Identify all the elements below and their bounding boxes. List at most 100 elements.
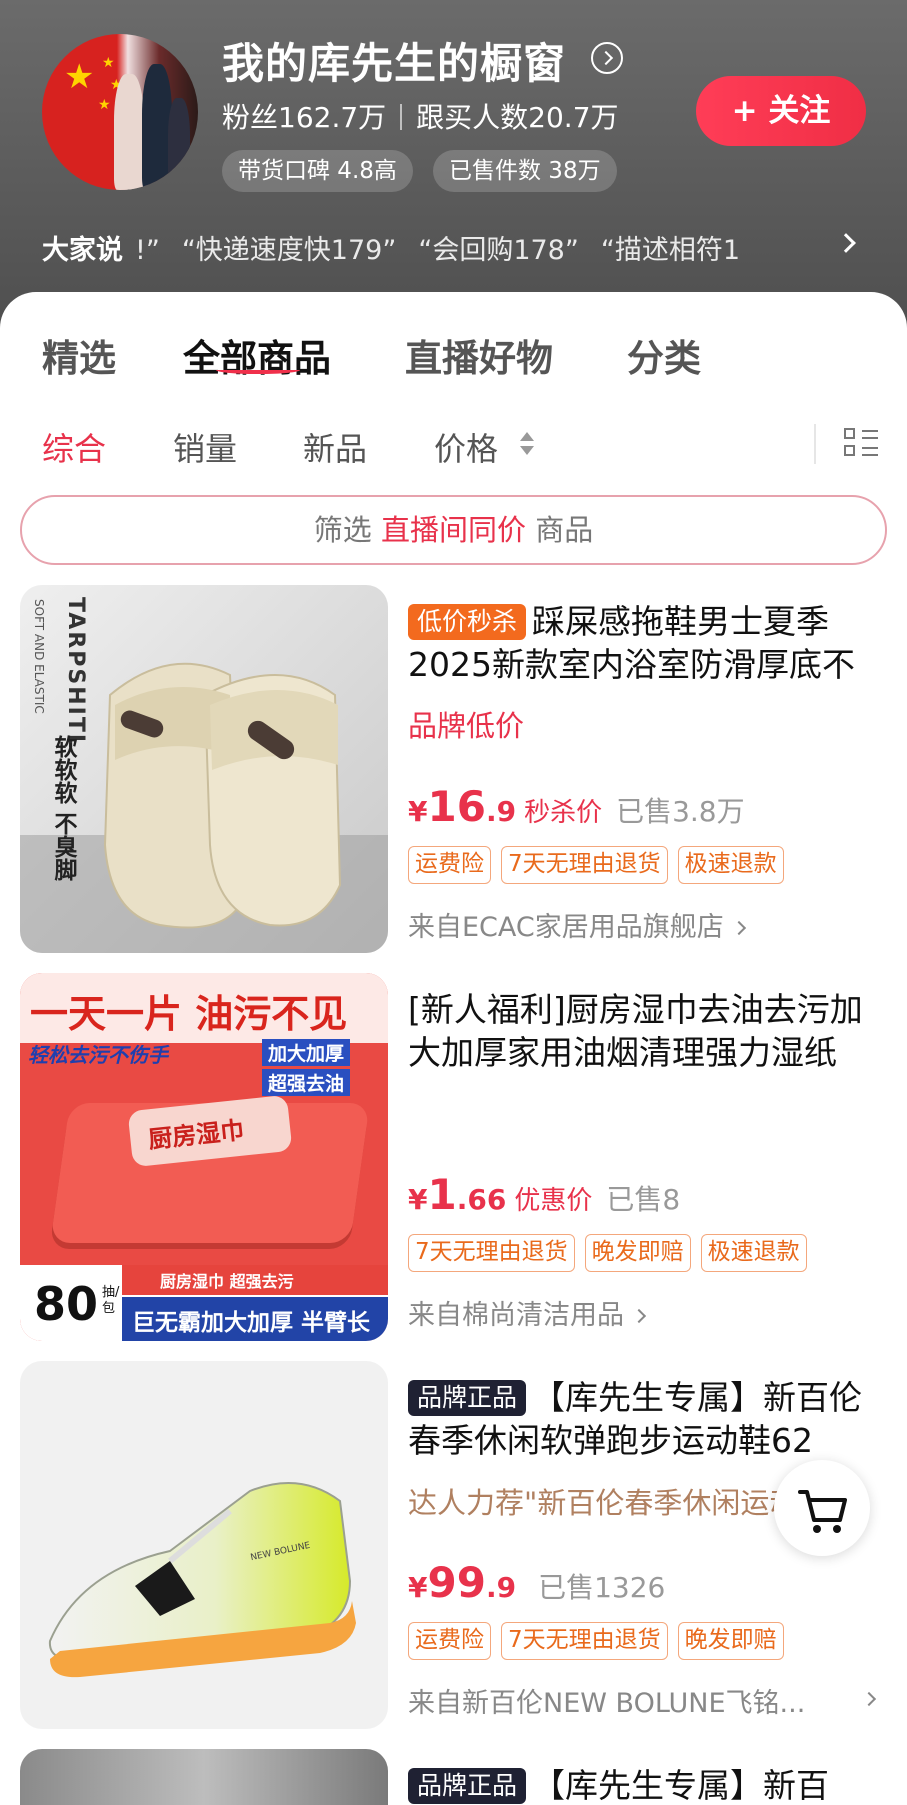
image-badge: 超强去油 bbox=[262, 1069, 351, 1096]
store-name: 来自棉尚清洁用品 bbox=[408, 1300, 624, 1331]
sort-divider bbox=[814, 424, 816, 464]
sneaker-image bbox=[48, 1482, 356, 1678]
review-tag: !” bbox=[135, 235, 160, 266]
image-badge: 加大加厚 bbox=[262, 1039, 351, 1066]
review-tag: “会回购178” bbox=[418, 235, 579, 266]
sold-count-badge[interactable]: 已售件数 38万 bbox=[433, 150, 617, 192]
service-tag: 运费险 bbox=[408, 1622, 491, 1660]
price-row: ¥16.9 秒杀价 已售3.8万 bbox=[408, 782, 745, 831]
shop-stats: 粉丝162.7万 跟买人数20.7万 bbox=[222, 96, 619, 136]
chevron-right-icon bbox=[731, 920, 746, 936]
service-tag: 极速退款 bbox=[677, 846, 784, 884]
brand-tag: 品牌正品 bbox=[408, 1768, 527, 1804]
stats-divider bbox=[400, 104, 403, 130]
image-count: 80 bbox=[34, 1277, 99, 1331]
store-link[interactable]: 来自新百伦NEW BOLUNE飞铭... bbox=[408, 1681, 805, 1720]
price-integer: 16 bbox=[427, 782, 486, 831]
brand-tag: 品牌正品 bbox=[408, 1380, 527, 1416]
follow-button[interactable]: + 关注 bbox=[696, 76, 866, 146]
store-name: 来自ECAC家居用品旗舰店 bbox=[408, 912, 724, 943]
image-slogan: 软软软 不臭脚 bbox=[50, 735, 76, 882]
image-headline: 一天一片 油污不见 bbox=[30, 992, 348, 1036]
review-tag: “快递速度快179” bbox=[181, 235, 397, 266]
chevron-right-icon bbox=[631, 1308, 647, 1324]
product-image[interactable]: NEW BOLUNE bbox=[20, 1361, 388, 1729]
image-bottom-text: 巨无霸加大加厚 半臂长 bbox=[132, 1310, 371, 1336]
product-title-text: [新人福利]厨房湿巾去油去污加大加厚家用油烟清理强力湿纸 bbox=[408, 990, 863, 1072]
flag-star-icon: ★ bbox=[102, 55, 115, 71]
review-tag: “描述相符1 bbox=[600, 235, 741, 266]
price-integer: 99 bbox=[427, 1558, 486, 1607]
service-tags: 运费险 7天无理由退货 极速退款 bbox=[408, 846, 794, 884]
shop-avatar[interactable]: ★ ★ ★ ★ bbox=[42, 34, 198, 190]
service-tag: 晚发即赔 bbox=[584, 1234, 691, 1272]
chevron-right-icon[interactable] bbox=[861, 1691, 877, 1711]
product-image[interactable]: 一天一片 油污不见 轻松去污不伤手 加大加厚 超强去油 厨房湿巾 厨房湿巾 超强… bbox=[20, 973, 388, 1341]
store-name: 来自新百伦NEW BOLUNE飞铭... bbox=[408, 1688, 806, 1719]
sort-new[interactable]: 新品 bbox=[303, 424, 367, 470]
cart-icon bbox=[798, 1490, 847, 1533]
price-row: ¥99.9 已售1326 bbox=[408, 1558, 665, 1607]
flag-star-icon: ★ bbox=[98, 97, 111, 113]
price-type: 优惠价 bbox=[514, 1186, 593, 1216]
price-type: 秒杀价 bbox=[524, 798, 603, 828]
service-tag: 7天无理由退货 bbox=[408, 1234, 575, 1272]
sort-comprehensive[interactable]: 综合 bbox=[42, 424, 106, 470]
image-brand-subtext: SOFT AND ELASTIC bbox=[32, 599, 46, 714]
product-title[interactable]: 品牌正品 【库先生专属】新百 bbox=[408, 1764, 888, 1805]
product-title[interactable]: 品牌正品 【库先生专属】新百伦春季休闲软弹跑步运动鞋62 bbox=[408, 1376, 888, 1462]
price-row: ¥1.66 优惠价 已售8 bbox=[408, 1170, 680, 1219]
filter-highlight: 直播间同价 bbox=[380, 513, 526, 547]
service-tag: 运费险 bbox=[408, 846, 491, 884]
price-currency: ¥ bbox=[408, 1183, 428, 1216]
image-bottom-subtext: 厨房湿巾 超强去污 bbox=[160, 1272, 294, 1291]
shop-info-arrow-icon[interactable] bbox=[591, 42, 623, 74]
service-tag: 极速退款 bbox=[700, 1234, 807, 1272]
price-decimal: .66 bbox=[456, 1183, 507, 1216]
reputation-badge[interactable]: 带货口碑 4.8高 bbox=[222, 150, 413, 192]
sort-sales[interactable]: 销量 bbox=[173, 424, 237, 470]
product-title[interactable]: 低价秒杀 踩屎感拖鞋男士夏季2025新款室内浴室防滑厚底不 bbox=[408, 600, 888, 686]
shop-header: ★ ★ ★ ★ 我的库先生的橱窗 粉丝162.7万 跟买人数20.7万 带货口碑 … bbox=[0, 0, 907, 340]
fans-count: 粉丝162.7万 bbox=[222, 101, 387, 134]
avatar-person bbox=[114, 74, 144, 190]
followers-buy-count: 跟买人数20.7万 bbox=[416, 101, 619, 134]
product-image[interactable]: TARPSHITL SOFT AND ELASTIC 软软软 不臭脚 bbox=[20, 585, 388, 953]
tab-featured[interactable]: 精选 bbox=[42, 328, 116, 382]
image-count-unit: 抽/包 bbox=[102, 1285, 120, 1316]
sort-price[interactable]: 价格 bbox=[434, 424, 498, 470]
product-title-text: 【库先生专属】新百 bbox=[532, 1766, 830, 1805]
tab-live-products[interactable]: 直播好物 bbox=[405, 328, 553, 382]
service-tag: 7天无理由退货 bbox=[501, 846, 668, 884]
service-tags: 7天无理由退货 晚发即赔 极速退款 bbox=[408, 1234, 817, 1272]
price-currency: ¥ bbox=[408, 1571, 428, 1604]
store-link[interactable]: 来自ECAC家居用品旗舰店 bbox=[408, 905, 746, 944]
reviews-ticker[interactable]: 大家说 !” “快递速度快179” “会回购178” “描述相符1 bbox=[42, 228, 842, 267]
flag-star-icon: ★ bbox=[64, 57, 95, 97]
image-brand-text: TARPSHITL bbox=[63, 597, 88, 750]
promo-tag: 低价秒杀 bbox=[408, 604, 527, 640]
live-price-filter[interactable]: 筛选 直播间同价 商品 bbox=[20, 495, 887, 565]
sold-count: 已售3.8万 bbox=[616, 795, 745, 828]
tab-categories[interactable]: 分类 bbox=[627, 328, 701, 382]
service-tag: 7天无理由退货 bbox=[501, 1622, 668, 1660]
store-link[interactable]: 来自棉尚清洁用品 bbox=[408, 1293, 647, 1332]
filter-prefix: 筛选 bbox=[313, 513, 372, 547]
product-title[interactable]: [新人福利]厨房湿巾去油去污加大加厚家用油烟清理强力湿纸 bbox=[408, 988, 888, 1074]
product-image[interactable] bbox=[20, 1749, 388, 1805]
sort-order-icon[interactable] bbox=[519, 430, 535, 460]
service-tags: 运费险 7天无理由退货 晚发即赔 bbox=[408, 1622, 794, 1660]
active-tab-underline bbox=[216, 366, 300, 374]
price-decimal: .9 bbox=[485, 795, 517, 828]
filter-suffix: 商品 bbox=[535, 513, 594, 547]
sold-count: 已售1326 bbox=[538, 1571, 666, 1604]
image-subtext: 轻松去污不伤手 bbox=[28, 1043, 168, 1067]
avatar-person bbox=[168, 98, 190, 190]
shop-name[interactable]: 我的库先生的橱窗 bbox=[222, 30, 566, 91]
product-subline: 达人力荐"新百伦春季休闲运动 bbox=[408, 1486, 799, 1520]
cart-button[interactable] bbox=[774, 1460, 870, 1556]
service-tag: 晚发即赔 bbox=[677, 1622, 784, 1660]
price-currency: ¥ bbox=[408, 795, 428, 828]
product-subline: 品牌低价 bbox=[408, 709, 525, 743]
list-layout-icon[interactable] bbox=[844, 428, 878, 460]
